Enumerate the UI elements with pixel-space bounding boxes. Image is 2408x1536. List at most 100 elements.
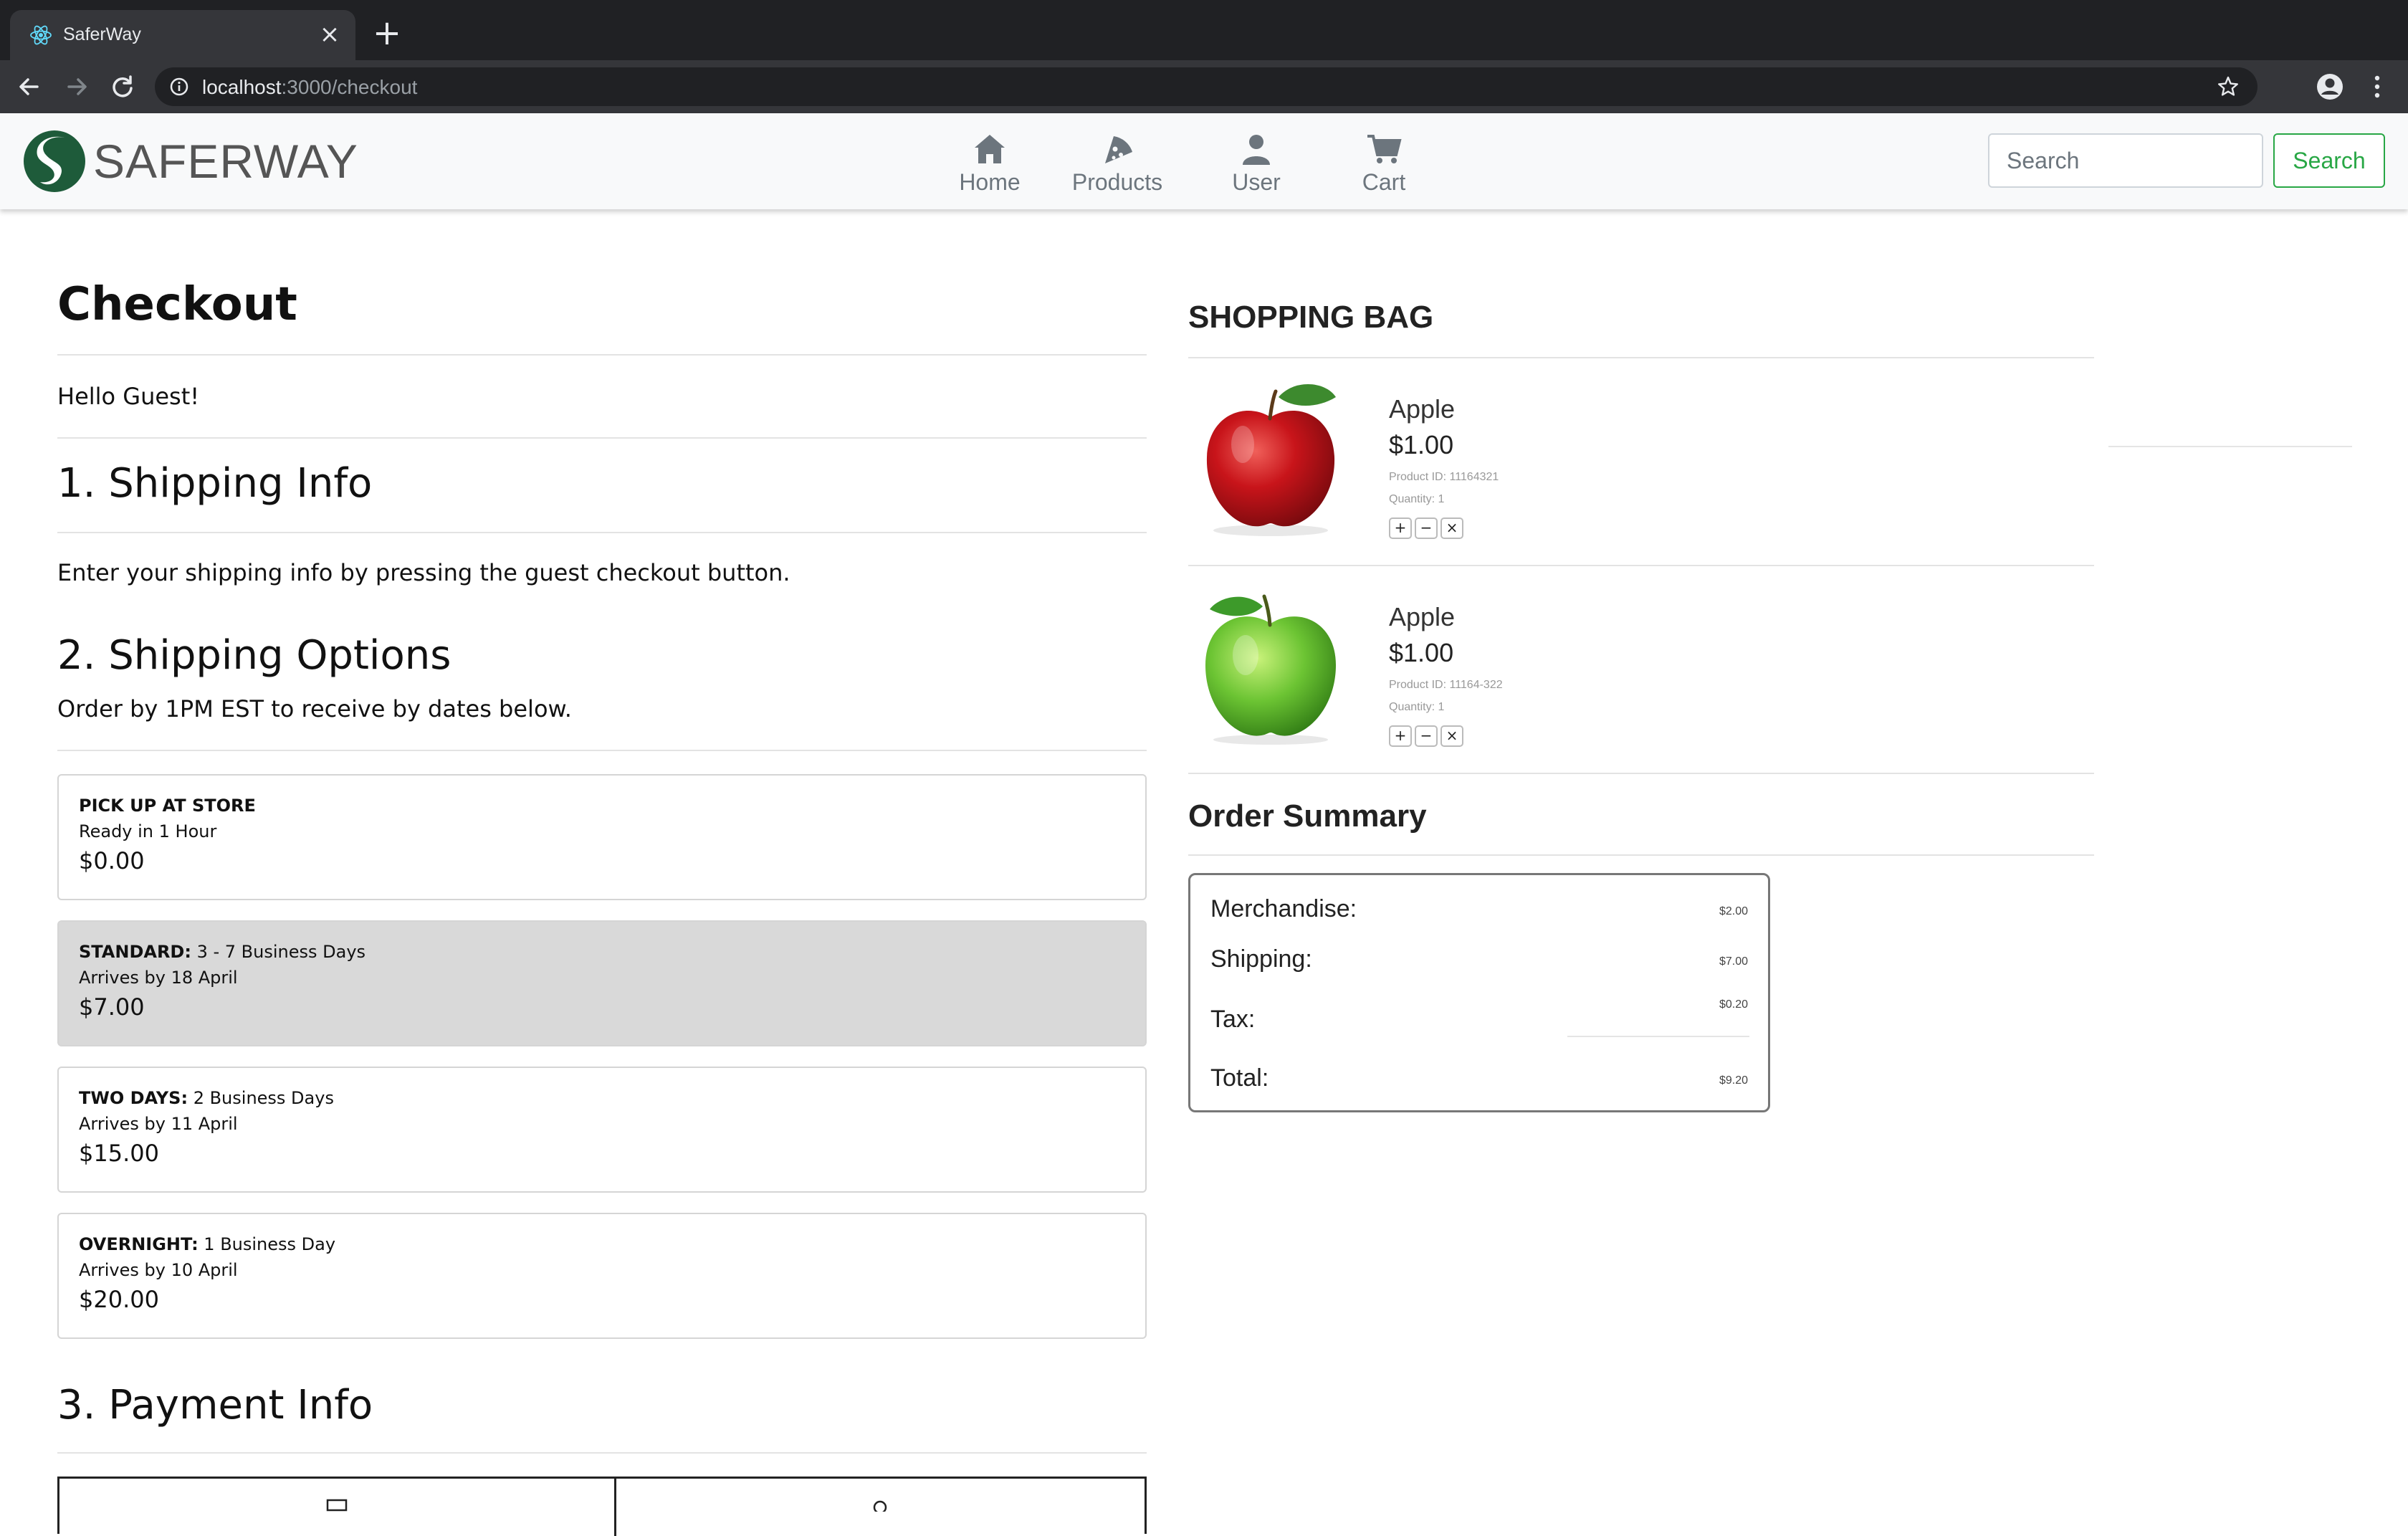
option-arrival: Arrives by 18 April — [79, 968, 238, 988]
option-detail: 3 - 7 Business Days — [191, 942, 366, 962]
quantity-controls: + − × — [1389, 725, 1463, 747]
nav-home-label: Home — [959, 169, 1021, 195]
divider — [57, 437, 1147, 439]
shipping-options-heading: 2. Shipping Options — [57, 632, 452, 679]
option-title: STANDARD: 3 - 7 Business Days — [79, 942, 1125, 962]
back-arrow-icon[interactable] — [13, 70, 46, 103]
item-quantity: Quantity: 1 — [1389, 493, 1445, 505]
safeway-logo-icon — [24, 130, 85, 192]
nav-products-label: Products — [1071, 169, 1163, 195]
option-title: PICK UP AT STORE — [79, 796, 1125, 816]
divider — [1188, 773, 2094, 774]
divider — [57, 532, 1147, 533]
option-price: $0.00 — [79, 847, 145, 874]
item-price: $1.00 — [1389, 430, 1454, 459]
forward-arrow-icon[interactable] — [60, 70, 93, 103]
item-product-id: Product ID: 11164321 — [1389, 471, 1499, 483]
order-summary-heading: Order Summary — [1188, 798, 1427, 834]
shipping-option-two-days[interactable]: TWO DAYS: 2 Business Days Arrives by 11 … — [57, 1067, 1147, 1193]
tax-label: Tax: — [1210, 1006, 1256, 1033]
shipping-option-overnight[interactable]: OVERNIGHT: 1 Business Day Arrives by 10 … — [57, 1213, 1147, 1339]
quantity-controls: + − × — [1389, 517, 1463, 539]
shipping-value: $7.00 — [1719, 955, 1748, 968]
react-favicon-icon — [30, 25, 52, 45]
pizza-icon — [1105, 136, 1132, 163]
payment-divider — [614, 1479, 616, 1536]
browser-menu-icon[interactable] — [2365, 72, 2389, 102]
item-name: Apple — [1389, 602, 1456, 631]
browser-toolbar: localhost:3000/checkout — [0, 60, 2408, 113]
nav-cart-label: Cart — [1362, 169, 1406, 195]
site-info-icon[interactable] — [169, 77, 189, 97]
url-path: :3000/checkout — [281, 76, 418, 98]
payment-info-heading: 3. Payment Info — [57, 1382, 373, 1428]
divider — [1188, 854, 2094, 856]
increase-quantity-button[interactable]: + — [1389, 725, 1412, 747]
brand-logo[interactable]: SAFERWAY — [22, 129, 358, 194]
profile-avatar-icon[interactable] — [2315, 72, 2345, 102]
divider — [57, 1452, 1147, 1454]
item-product-id: Product ID: 11164-322 — [1389, 679, 1503, 691]
bag-item: Apple $1.00 Product ID: 11164321 Quantit… — [1188, 358, 2094, 566]
remove-item-button[interactable]: × — [1440, 725, 1463, 747]
shipping-info-text: Enter your shipping info by pressing the… — [57, 559, 790, 586]
option-arrival: Arrives by 11 April — [79, 1114, 238, 1134]
new-tab-icon[interactable]: + — [371, 16, 403, 50]
cart-icon — [1367, 135, 1402, 163]
brand-name: SAFERWAY — [93, 135, 358, 188]
browser-tab-strip: SaferWay × + — [0, 0, 2408, 60]
option-title: OVERNIGHT: 1 Business Day — [79, 1234, 1125, 1254]
shipping-option-standard[interactable]: STANDARD: 3 - 7 Business Days Arrives by… — [57, 920, 1147, 1046]
decrease-quantity-button[interactable]: − — [1415, 517, 1438, 539]
decrease-quantity-button[interactable]: − — [1415, 725, 1438, 747]
shipping-info-heading: 1. Shipping Info — [57, 460, 373, 507]
url-host: localhost — [202, 76, 282, 98]
nav-cart[interactable]: Cart — [1352, 132, 1416, 196]
app-navbar: SAFERWAY Home Products User Cart Search … — [0, 113, 2408, 209]
option-name: PICK UP AT STORE — [79, 796, 256, 816]
option-name: STANDARD: — [79, 942, 191, 962]
payment-methods — [57, 1477, 1147, 1536]
option-price: $7.00 — [79, 993, 145, 1021]
option-name: OVERNIGHT: — [79, 1234, 199, 1254]
shopping-bag-heading: SHOPPING BAG — [1188, 300, 1434, 335]
browser-tab[interactable]: SaferWay × — [10, 10, 355, 60]
nav-user[interactable]: User — [1224, 132, 1289, 196]
item-name: Apple — [1389, 394, 1456, 424]
shipping-label: Shipping: — [1210, 945, 1312, 973]
merchandise-label: Merchandise: — [1210, 895, 1357, 922]
remove-item-button[interactable]: × — [1440, 517, 1463, 539]
address-bar[interactable]: localhost:3000/checkout — [155, 67, 2258, 106]
option-detail: 2 Business Days — [188, 1088, 334, 1108]
bag-item: Apple $1.00 Product ID: 11164-322 Quanti… — [1188, 566, 2094, 774]
total-value: $9.20 — [1719, 1074, 1748, 1087]
reload-icon[interactable] — [106, 70, 139, 103]
total-label: Total: — [1210, 1064, 1269, 1092]
total-divider — [1567, 1036, 1749, 1037]
nav-products[interactable]: Products — [1069, 132, 1165, 196]
divider — [2108, 446, 2352, 447]
item-price: $1.00 — [1389, 638, 1454, 667]
option-price: $15.00 — [79, 1140, 159, 1167]
page-title: Checkout — [57, 278, 297, 331]
url-text: localhost:3000/checkout — [202, 76, 417, 99]
increase-quantity-button[interactable]: + — [1389, 517, 1412, 539]
shipping-option-pickup[interactable]: PICK UP AT STORE Ready in 1 Hour $0.00 — [57, 774, 1147, 900]
green-apple-image — [1205, 594, 1336, 745]
tab-close-icon[interactable]: × — [317, 22, 343, 47]
tax-value: $0.20 — [1719, 998, 1748, 1011]
order-summary-box: Merchandise: $2.00 Shipping: $7.00 Tax: … — [1188, 873, 1770, 1112]
nav-home[interactable]: Home — [957, 132, 1022, 196]
merchandise-value: $2.00 — [1719, 905, 1748, 917]
bookmark-star-icon[interactable] — [2216, 75, 2240, 99]
nav-user-label: User — [1232, 169, 1281, 195]
paypal-icon[interactable] — [869, 1497, 891, 1512]
search-input[interactable] — [1988, 133, 2263, 188]
divider — [57, 354, 1147, 356]
search-button[interactable]: Search — [2273, 133, 2385, 188]
tab-title: SaferWay — [63, 24, 141, 44]
card-icon[interactable] — [326, 1497, 348, 1512]
option-price: $20.00 — [79, 1286, 159, 1313]
greeting-text: Hello Guest! — [57, 383, 200, 410]
option-arrival: Ready in 1 Hour — [79, 821, 217, 841]
